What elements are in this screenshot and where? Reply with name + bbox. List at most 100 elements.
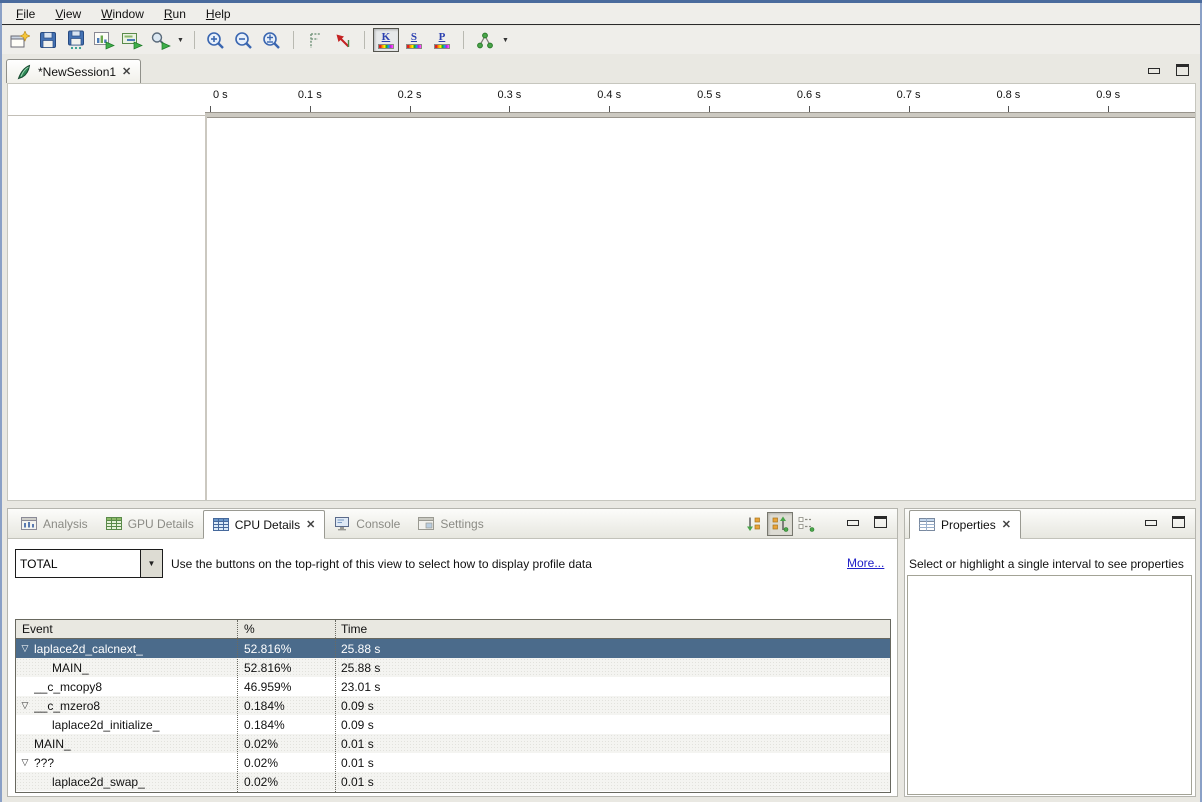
expander-icon[interactable]: ▽ bbox=[16, 643, 34, 654]
table-row[interactable]: MAIN_ 0.02% 0.01 s bbox=[16, 734, 890, 753]
column-header-time[interactable]: Time bbox=[335, 622, 890, 636]
zoom-fit-button[interactable] bbox=[259, 28, 285, 52]
console-icon bbox=[334, 517, 350, 531]
new-session-button[interactable] bbox=[7, 28, 33, 52]
time-cell: 0.01 s bbox=[335, 756, 890, 770]
callers-view-button[interactable] bbox=[741, 512, 767, 536]
run-analysis-button[interactable] bbox=[91, 28, 117, 52]
menu-help[interactable]: Help bbox=[196, 4, 241, 24]
timeline-ruler-bar bbox=[205, 112, 1195, 118]
color-by-kernel-button[interactable]: K bbox=[373, 28, 399, 52]
save-icon bbox=[39, 31, 57, 49]
toolbar-separator bbox=[463, 31, 464, 49]
dropdown-value[interactable]: TOTAL bbox=[15, 549, 141, 578]
toolbar-separator bbox=[293, 31, 294, 49]
column-divider[interactable] bbox=[237, 620, 238, 792]
find-dropdown-caret-icon[interactable]: ▼ bbox=[177, 37, 184, 44]
ruler-label: 0 s bbox=[213, 89, 228, 101]
minimize-icon[interactable] bbox=[1145, 520, 1157, 526]
close-icon[interactable]: ✕ bbox=[306, 520, 315, 530]
toolbar-separator bbox=[364, 31, 365, 49]
properties-window-controls bbox=[1145, 516, 1185, 528]
close-icon[interactable]: ✕ bbox=[1002, 520, 1011, 530]
more-link[interactable]: More... bbox=[847, 556, 884, 570]
menu-file[interactable]: File bbox=[6, 4, 45, 24]
properties-content-box bbox=[907, 575, 1192, 795]
call-tree-view-button[interactable] bbox=[767, 512, 793, 536]
table-row[interactable]: ▽ __c_mzero8 0.184% 0.09 s bbox=[16, 696, 890, 715]
table-row[interactable]: ▽ ??? 0.02% 0.01 s bbox=[16, 753, 890, 772]
minimize-icon[interactable] bbox=[847, 520, 859, 526]
time-cell: 0.09 s bbox=[335, 718, 890, 732]
time-cell: 25.88 s bbox=[335, 661, 890, 675]
tab-cpu-details[interactable]: CPU Details ✕ bbox=[203, 510, 326, 539]
maximize-icon[interactable] bbox=[1172, 516, 1185, 528]
flat-list-icon bbox=[797, 516, 815, 532]
call-tree-dropdown-caret-icon[interactable]: ▼ bbox=[502, 37, 509, 44]
table-row[interactable]: laplace2d_initialize_ 0.184% 0.09 s bbox=[16, 715, 890, 734]
color-scale-icon bbox=[378, 44, 394, 49]
column-header-event[interactable]: Event bbox=[16, 622, 237, 636]
save-session-as-button[interactable] bbox=[63, 28, 89, 52]
arrow-down-tree-icon bbox=[745, 516, 763, 532]
display-mode-dropdown[interactable]: TOTAL ▼ bbox=[15, 549, 163, 578]
mark-flag-button[interactable] bbox=[302, 28, 328, 52]
cpu-details-hint-text: Use the buttons on the top-right of this… bbox=[171, 557, 592, 571]
timeline-name-column-divider[interactable] bbox=[205, 113, 207, 500]
table-row[interactable]: MAIN_ 52.816% 25.88 s bbox=[16, 658, 890, 677]
column-divider[interactable] bbox=[335, 620, 336, 792]
column-header-percent[interactable]: % bbox=[237, 622, 335, 636]
tab-label: GPU Details bbox=[128, 517, 194, 531]
maximize-icon[interactable] bbox=[874, 516, 887, 528]
tab-console[interactable]: Console bbox=[325, 509, 409, 538]
zoom-in-button[interactable] bbox=[203, 28, 229, 52]
toolbar-separator bbox=[194, 31, 195, 49]
percent-cell: 0.02% bbox=[237, 775, 335, 789]
percent-cell: 0.184% bbox=[237, 699, 335, 713]
expander-icon[interactable]: ▽ bbox=[16, 700, 34, 711]
minimize-icon[interactable] bbox=[1148, 68, 1160, 74]
ruler-label: 0.1 s bbox=[298, 89, 322, 101]
process-color-icon: P bbox=[434, 32, 450, 49]
zoom-out-button[interactable] bbox=[231, 28, 257, 52]
tab-analysis[interactable]: Analysis bbox=[12, 509, 97, 538]
tab-gpu-details[interactable]: GPU Details bbox=[97, 509, 203, 538]
tab-properties[interactable]: Properties ✕ bbox=[909, 510, 1021, 539]
color-by-process-button[interactable]: P bbox=[429, 28, 455, 52]
event-cell: MAIN_ bbox=[34, 661, 237, 675]
ruler-label: 0.3 s bbox=[497, 89, 521, 101]
event-cell: __c_mzero8 bbox=[34, 699, 237, 713]
color-by-stream-button[interactable]: S bbox=[401, 28, 427, 52]
table-row[interactable]: laplace2d_swap_ 0.02% 0.01 s bbox=[16, 772, 890, 791]
generate-timeline-button[interactable] bbox=[119, 28, 145, 52]
maximize-icon[interactable] bbox=[1176, 64, 1189, 76]
table-header[interactable]: Event % Time bbox=[16, 620, 890, 639]
menu-window[interactable]: Window bbox=[91, 4, 154, 24]
time-cell: 25.88 s bbox=[335, 642, 890, 656]
timeline-run-icon bbox=[122, 31, 143, 50]
percent-cell: 52.816% bbox=[237, 661, 335, 675]
kernel-color-icon: K bbox=[378, 32, 394, 49]
table-row[interactable]: __c_mcopy8 46.959% 23.01 s bbox=[16, 677, 890, 696]
menu-run[interactable]: Run bbox=[154, 4, 196, 24]
timeline-view[interactable]: 0 s0.1 s0.2 s0.3 s0.4 s0.5 s0.6 s0.7 s0.… bbox=[7, 83, 1196, 501]
event-cell: ??? bbox=[34, 756, 237, 770]
cpu-details-panel: Analysis GPU Details CPU Details ✕ bbox=[7, 508, 898, 797]
color-scale-icon bbox=[406, 44, 422, 49]
chevron-down-icon[interactable]: ▼ bbox=[141, 549, 163, 578]
percent-cell: 0.02% bbox=[237, 737, 335, 751]
time-cell: 0.01 s bbox=[335, 737, 890, 751]
tab-settings[interactable]: Settings bbox=[409, 509, 492, 538]
call-tree-button[interactable] bbox=[472, 28, 498, 52]
menu-view[interactable]: View bbox=[45, 4, 91, 24]
expander-icon[interactable]: ▽ bbox=[16, 757, 34, 768]
event-cell: laplace2d_calcnext_ bbox=[34, 642, 237, 656]
find-button[interactable] bbox=[147, 28, 173, 52]
reset-marks-button[interactable] bbox=[330, 28, 356, 52]
flat-view-button[interactable] bbox=[793, 512, 819, 536]
table-row[interactable]: ▽ laplace2d_calcnext_ 52.816% 25.88 s bbox=[16, 639, 890, 658]
stream-color-icon: S bbox=[406, 32, 422, 49]
save-session-button[interactable] bbox=[35, 28, 61, 52]
close-icon[interactable]: ✕ bbox=[122, 67, 131, 77]
session-tab[interactable]: *NewSession1 ✕ bbox=[6, 59, 141, 83]
